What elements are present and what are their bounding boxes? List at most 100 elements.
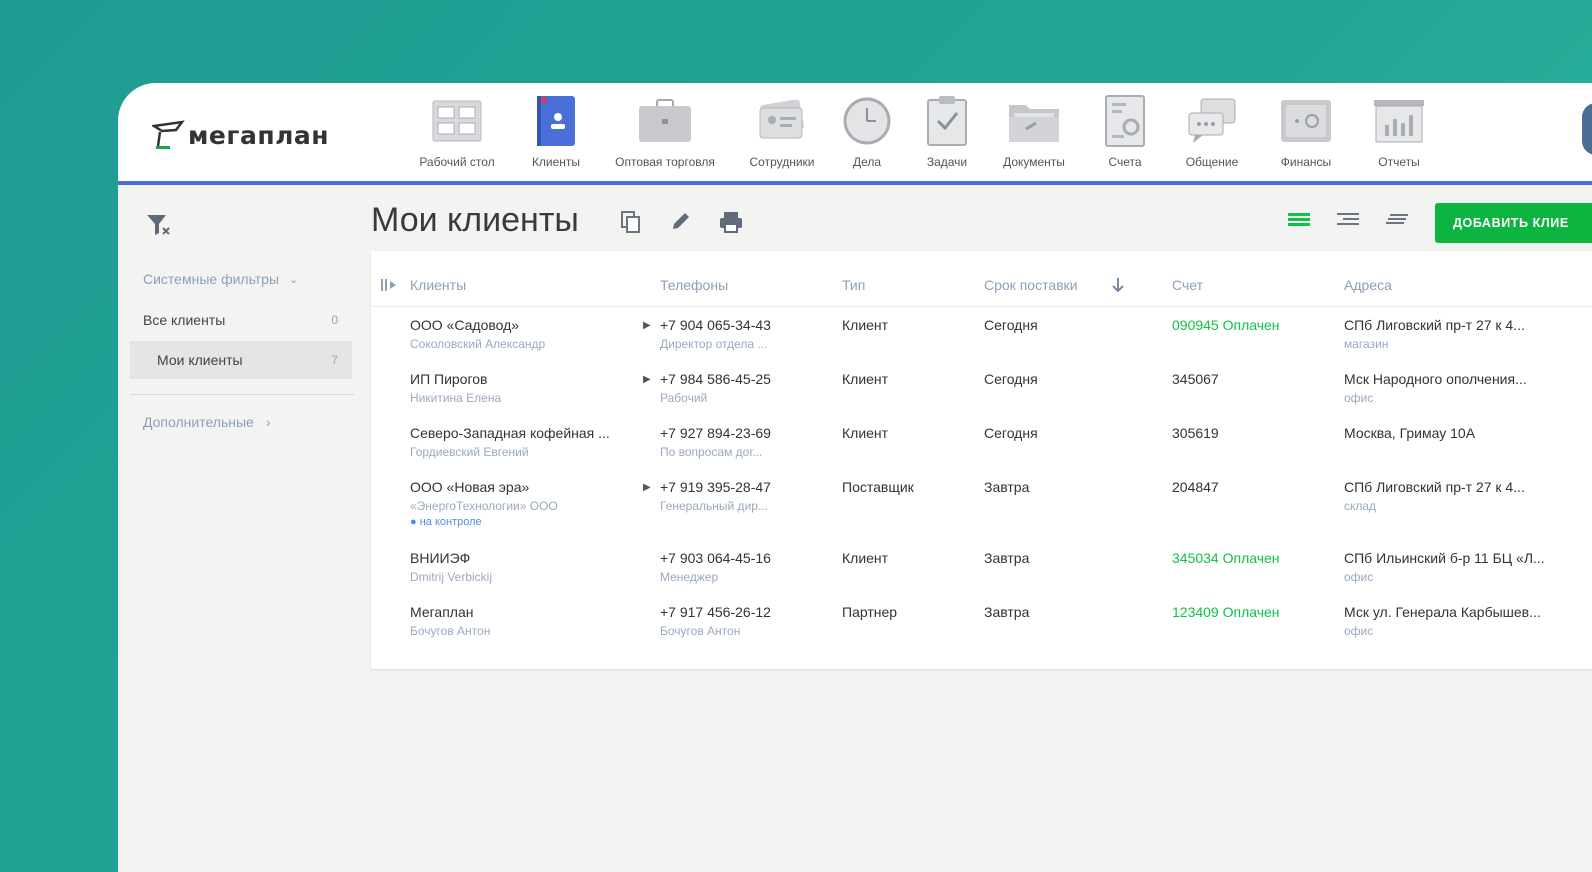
- system-filters-label: Системные фильтры: [143, 271, 280, 287]
- client-name[interactable]: ООО «Новая эра»: [410, 479, 558, 495]
- invoice-status[interactable]: 305619: [1172, 425, 1219, 441]
- delivery-date: Завтра: [984, 479, 1030, 495]
- table-row[interactable]: Мегаплан Бочугов Антон +7 917 456-26-12 Боч…: [371, 604, 1592, 658]
- client-contact[interactable]: Бочугов Антон: [410, 624, 490, 638]
- phone-note: Генеральный дир...: [660, 499, 768, 513]
- sidebar-item-my-clients[interactable]: Мои клиенты 7: [130, 341, 352, 379]
- sidebar-item-count: 0: [331, 313, 338, 327]
- phone-note: По вопросам дог...: [660, 445, 763, 459]
- logo[interactable]: мегаплан: [152, 115, 329, 155]
- table-row[interactable]: ООО «Садовод» Соколовский Александр ▶ +7 90…: [371, 317, 1592, 371]
- nav-item-clients[interactable]: Клиенты: [501, 95, 611, 169]
- sidebar-divider: [130, 394, 354, 395]
- column-header-type[interactable]: Тип: [842, 277, 865, 293]
- delivery-date: Завтра: [984, 550, 1030, 566]
- phone-number[interactable]: +7 919 395-28-47: [660, 479, 771, 495]
- invoice-status[interactable]: 090945 Оплачен: [1172, 317, 1280, 333]
- column-header-addresses[interactable]: Адреса: [1344, 277, 1392, 293]
- phone-number[interactable]: +7 903 064-45-16: [660, 550, 771, 566]
- table-row[interactable]: ВНИИЭФ Dmitrij Verbickij +7 903 064-45-16 М…: [371, 550, 1592, 604]
- client-contact[interactable]: Dmitrij Verbickij: [410, 570, 492, 584]
- client-contact[interactable]: Соколовский Александр: [410, 337, 545, 351]
- invoice-status[interactable]: 123409 Оплачен: [1172, 604, 1280, 620]
- delivery-date: Сегодня: [984, 371, 1038, 387]
- expand-arrow-icon[interactable]: ▶: [643, 320, 651, 331]
- address[interactable]: Мск Народного ополчения...: [1344, 371, 1527, 387]
- nav-label: Отчеты: [1378, 155, 1420, 169]
- sort-down-icon[interactable]: [1111, 277, 1125, 293]
- add-client-button[interactable]: ДОБАВИТЬ КЛИЕ: [1435, 203, 1592, 243]
- client-type: Клиент: [842, 371, 889, 387]
- view-dense-icon[interactable]: [1386, 211, 1408, 227]
- address[interactable]: Мск ул. Генерала Карбышев...: [1344, 604, 1541, 620]
- nav-label: Рабочий стол: [419, 155, 495, 169]
- nav-item-dashboard[interactable]: Рабочий стол: [402, 95, 512, 169]
- folder-icon: [1009, 105, 1059, 142]
- column-header-clients[interactable]: Клиенты: [410, 277, 466, 293]
- client-contact[interactable]: Никитина Елена: [410, 391, 501, 405]
- additional-filters-label: Дополнительные: [143, 414, 254, 430]
- avatar[interactable]: [1582, 103, 1592, 155]
- expand-arrow-icon[interactable]: ▶: [643, 482, 651, 493]
- address[interactable]: СПб Ильинский б-р 11 БЦ «Л...: [1344, 550, 1545, 566]
- column-header-delivery[interactable]: Срок поставки: [984, 277, 1078, 293]
- invoice-status[interactable]: 345067: [1172, 371, 1219, 387]
- edit-icon[interactable]: [671, 211, 691, 231]
- delivery-date: Завтра: [984, 604, 1030, 620]
- dashboard-icon: [432, 100, 482, 142]
- nav-label: Оптовая торговля: [615, 155, 715, 169]
- address-note: офис: [1344, 624, 1374, 638]
- expand-arrow-icon[interactable]: ▶: [643, 374, 651, 385]
- table-row[interactable]: Северо-Западная кофейная ... Гордиевский …: [371, 425, 1592, 479]
- chat-icon: [1188, 98, 1236, 143]
- nav-item-wholesale[interactable]: Оптовая торговля: [610, 95, 720, 169]
- address-note: офис: [1344, 391, 1374, 405]
- phone-note: Бочугов Антон: [660, 624, 741, 638]
- chevron-down-icon: ⌄: [289, 273, 299, 286]
- nav-item-reports[interactable]: Отчеты: [1344, 95, 1454, 169]
- address[interactable]: СПб Лиговский пр-т 27 к 4...: [1344, 317, 1525, 333]
- additional-filters-toggle[interactable]: Дополнительные ›: [143, 414, 271, 430]
- delivery-date: Сегодня: [984, 425, 1038, 441]
- client-name[interactable]: ИП Пирогов: [410, 371, 501, 387]
- client-name[interactable]: ООО «Садовод»: [410, 317, 545, 333]
- invoice-status[interactable]: 204847: [1172, 479, 1219, 495]
- address-note: магазин: [1344, 337, 1389, 351]
- table-row[interactable]: ИП Пирогов Никитина Елена ▶ +7 984 586-45-2…: [371, 371, 1592, 425]
- address[interactable]: СПб Лиговский пр-т 27 к 4...: [1344, 479, 1525, 495]
- header-divider: [371, 306, 1592, 307]
- phone-number[interactable]: +7 917 456-26-12: [660, 604, 771, 620]
- client-name[interactable]: Мегаплан: [410, 604, 490, 620]
- sidebar-item-all-clients[interactable]: Все клиенты 0: [130, 301, 352, 339]
- view-compact-icon[interactable]: [1337, 211, 1359, 227]
- invoice-status[interactable]: 345034 Оплачен: [1172, 550, 1280, 566]
- client-contact[interactable]: «ЭнергоТехнологии» ООО: [410, 499, 558, 513]
- column-settings-icon[interactable]: [381, 278, 397, 292]
- client-name[interactable]: ВНИИЭФ: [410, 550, 492, 566]
- column-header-invoice[interactable]: Счет: [1172, 277, 1203, 293]
- chevron-right-icon: ›: [265, 414, 271, 430]
- copy-icon[interactable]: [621, 211, 641, 233]
- logo-text: мегаплан: [188, 120, 330, 150]
- client-type: Клиент: [842, 317, 889, 333]
- phone-number[interactable]: +7 904 065-34-43: [660, 317, 771, 333]
- filter-icon[interactable]: [146, 213, 172, 237]
- invoice-icon: [1105, 95, 1145, 147]
- tasks-icon: [927, 96, 967, 146]
- phone-note: Директор отдела ...: [660, 337, 768, 351]
- phone-number[interactable]: +7 984 586-45-25: [660, 371, 771, 387]
- app-window: мегаплан Рабочий стол Клиенты Оптовая то…: [118, 83, 1592, 872]
- client-name[interactable]: Северо-Западная кофейная ...: [410, 425, 610, 441]
- print-icon[interactable]: [719, 211, 743, 233]
- column-header-phones[interactable]: Телефоны: [660, 277, 728, 293]
- system-filters-toggle[interactable]: Системные фильтры ⌄: [143, 271, 298, 287]
- table-row[interactable]: ООО «Новая эра» «ЭнергоТехнологии» ООО ● н…: [371, 479, 1592, 533]
- view-list-icon[interactable]: [1288, 211, 1310, 227]
- briefcase-icon: [639, 99, 691, 142]
- client-type: Клиент: [842, 425, 889, 441]
- safe-icon: [1281, 100, 1331, 142]
- client-contact[interactable]: Гордиевский Евгений: [410, 445, 610, 459]
- phone-number[interactable]: +7 927 894-23-69: [660, 425, 771, 441]
- address[interactable]: Москва, Гримау 10А: [1344, 425, 1475, 441]
- nav-label: Клиенты: [531, 155, 581, 169]
